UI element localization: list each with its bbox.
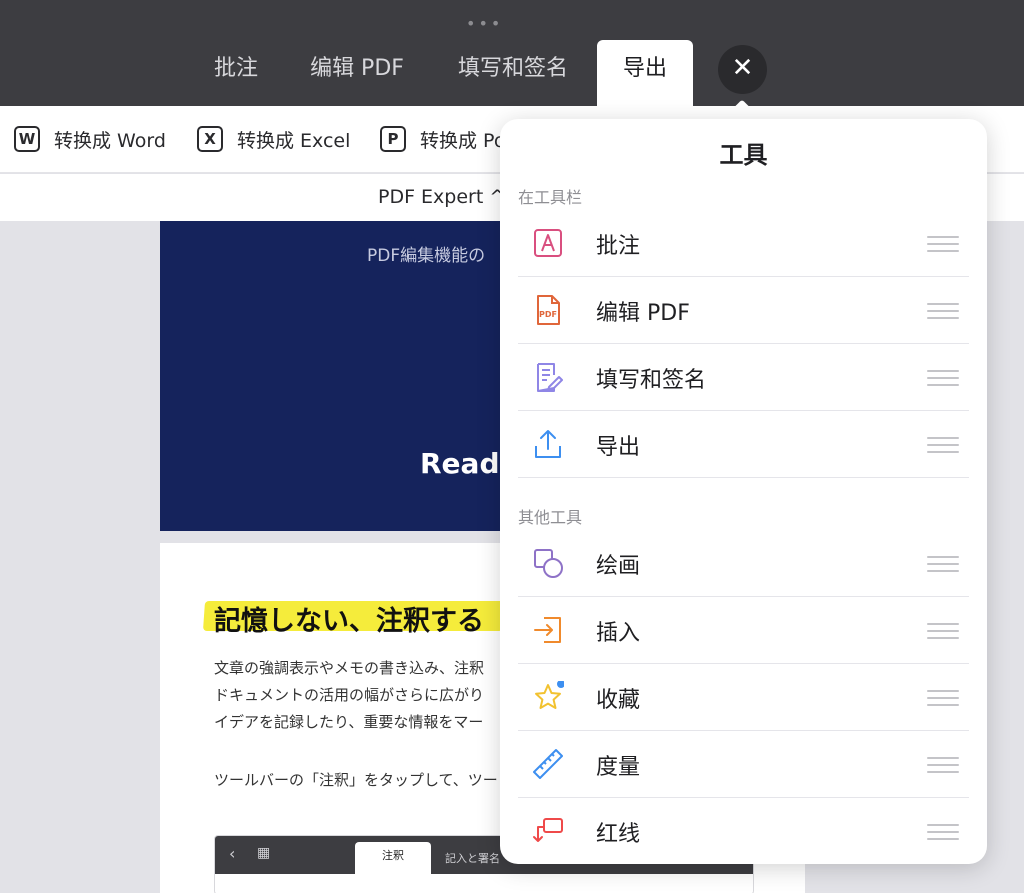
tab-fill-sign[interactable]: 填写和签名 <box>440 40 586 106</box>
grid-icon: ▦ <box>257 845 271 861</box>
shapes-icon <box>534 549 563 578</box>
powerpoint-icon: P <box>380 126 406 152</box>
embedded-tab-annotate: 注釈 <box>355 842 431 874</box>
tool-label-fill-sign: 填写和签名 <box>596 368 707 393</box>
tab-annotate[interactable]: 批注 <box>200 40 272 106</box>
document-title-dropdown[interactable]: PDF Expert ^ <box>378 186 505 208</box>
tool-row-annotate[interactable]: 批注 <box>518 210 969 277</box>
tool-row-draw[interactable]: 绘画 <box>518 530 969 597</box>
page2-line-2: ドキュメントの活用の幅がさらに広がり <box>214 686 485 704</box>
convert-word-button[interactable]: W 转换成 Word <box>14 124 166 154</box>
annotate-icon <box>534 229 562 257</box>
page1-headline: Read <box>420 447 500 480</box>
drag-handle[interactable] <box>927 690 959 706</box>
star-icon <box>535 681 564 709</box>
convert-powerpoint-label: 转换成 Po <box>420 129 506 152</box>
page2-line-1: 文章の強調表示やメモの書き込み、注釈 <box>214 659 485 677</box>
drag-handle[interactable] <box>927 236 959 252</box>
convert-excel-label: 转换成 Excel <box>237 129 351 152</box>
convert-word-label: 转换成 Word <box>54 129 166 152</box>
popover-title: 工具 <box>719 141 768 169</box>
drag-handle[interactable] <box>927 303 959 319</box>
embedded-tab-fill-sign: 記入と署名 <box>445 852 500 865</box>
ruler-icon <box>533 749 563 779</box>
convert-excel-button[interactable]: X 转换成 Excel <box>197 124 350 154</box>
tool-row-insert[interactable]: 插入 <box>518 597 969 664</box>
back-chevron-icon: ‹ <box>229 844 236 863</box>
tool-row-fill-sign[interactable]: 填写和签名 <box>518 344 969 411</box>
tool-row-export[interactable]: 导出 <box>518 411 969 478</box>
tool-label-export: 导出 <box>596 435 641 460</box>
fill-sign-icon <box>537 363 563 392</box>
top-tab-bar: ••• 批注 编辑 PDF 填写和签名 导出 ✕ <box>0 0 1024 106</box>
tool-row-redline[interactable]: 红线 <box>518 798 969 865</box>
section-in-toolbar: 在工具栏 <box>518 188 583 207</box>
tool-label-redline: 红线 <box>596 822 641 847</box>
tool-row-measure[interactable]: 度量 <box>518 731 969 798</box>
insert-icon <box>534 617 561 643</box>
drag-handle[interactable] <box>927 623 959 639</box>
drag-handle[interactable] <box>927 556 959 572</box>
pdf-file-icon: PDF <box>537 295 560 325</box>
page2-heading: 記憶しない、注釈する <box>214 606 484 637</box>
redline-icon <box>533 818 563 842</box>
page2-line-3: イデアを記録したり、重要な情報をマー <box>214 713 484 731</box>
tool-label-annotate: 批注 <box>596 234 641 259</box>
section-other-tools: 其他工具 <box>518 508 583 527</box>
window-grabber[interactable]: ••• <box>466 14 503 33</box>
tab-edit-pdf[interactable]: 编辑 PDF <box>296 40 418 106</box>
svg-text:PDF: PDF <box>539 310 557 319</box>
tool-label-insert: 插入 <box>596 621 641 646</box>
tool-row-edit-pdf[interactable]: PDF 编辑 PDF <box>518 277 969 344</box>
tab-export[interactable]: 导出 <box>597 40 693 106</box>
convert-powerpoint-button[interactable]: P 转换成 Po <box>380 124 505 154</box>
page2-line-4: ツールバーの「注釈」をタップして、ツー <box>214 771 498 789</box>
page1-caption: PDF編集機能の <box>367 246 486 266</box>
drag-handle[interactable] <box>927 757 959 773</box>
tools-popover: 工具 在工具栏 批注 PDF 编辑 PDF 填写和签名 导出 其他工具 绘画 插… <box>500 119 987 864</box>
word-icon: W <box>14 126 40 152</box>
share-upload-icon <box>535 430 561 458</box>
drag-handle[interactable] <box>927 824 959 840</box>
drag-handle[interactable] <box>927 437 959 453</box>
close-button[interactable]: ✕ <box>718 45 767 94</box>
drag-handle[interactable] <box>927 370 959 386</box>
tool-label-favorites: 收藏 <box>596 688 641 713</box>
excel-icon: X <box>197 126 223 152</box>
tool-label-draw: 绘画 <box>596 554 641 579</box>
tool-label-edit-pdf: 编辑 PDF <box>596 301 690 326</box>
tool-label-measure: 度量 <box>596 755 641 780</box>
tool-row-favorites[interactable]: 收藏 <box>518 664 969 731</box>
